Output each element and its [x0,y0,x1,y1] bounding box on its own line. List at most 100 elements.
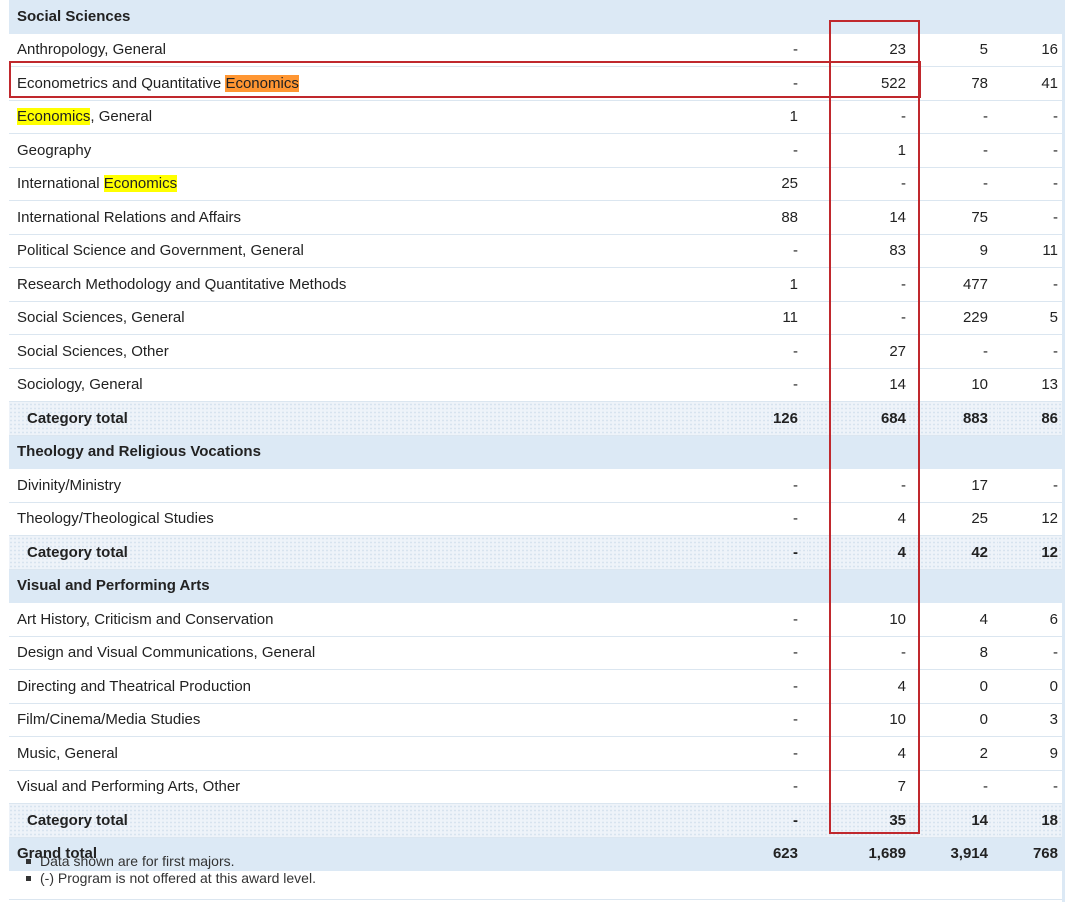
program-name-cell: Political Science and Government, Genera… [9,234,726,268]
value-cell-col3: 25 [916,502,998,536]
value-cell-col3: 10 [916,368,998,402]
value-cell-col1: - [726,33,808,67]
value-cell-col1: - [726,468,808,503]
program-name-cell: Music, General [9,736,726,771]
value-cell-col3: 17 [916,468,998,503]
program-name: Visual and Performing Arts, Other [17,778,241,796]
value-cell-col2: 4 [808,669,916,704]
value-cell-col2: - [808,100,916,134]
program-row: Divinity/Ministry - -17- [9,468,1062,503]
program-name-cell: Art History, Criticism and Conservation [9,602,726,637]
program-name: Political Science and Government, Genera… [17,242,304,260]
note-first-majors: Data shown are for first majors. [26,853,316,870]
program-row: Political Science and Government, Genera… [9,234,1062,268]
value-cell-col1: - [726,234,808,268]
program-name: Social Sciences, Other [17,342,169,360]
program-name: , General [90,108,153,126]
category-total-label: Category total [9,535,726,570]
value-cell-col2: 10 [808,602,916,637]
value-cell-col3: - [916,770,998,804]
value-cell-col4: 18 [998,803,1062,838]
degrees-by-program-table: Social Sciences Anthropology, General -23 5… [9,0,1062,871]
value-cell-col4: 13 [998,368,1062,402]
program-row: Visual and Performing Arts, Other -7- - [9,770,1062,804]
value-cell-col3: 2 [916,736,998,771]
value-cell-col3: 75 [916,200,998,235]
program-name: Theology/Theological Studies [17,510,214,528]
value-cell-col4: 9 [998,736,1062,771]
program-row: Social Sciences, Other -27- - [9,334,1062,369]
value-cell-col2: 14 [808,200,916,235]
program-name: Design and Visual Communications, Genera… [17,644,316,662]
value-cell-col4: - [998,636,1062,670]
value-cell-col4: - [998,167,1062,201]
program-name: Geography [17,141,92,159]
value-cell-col4: 16 [998,33,1062,67]
category-header-row: Social Sciences [9,0,1062,34]
value-cell-col2: - [808,167,916,201]
search-highlight: Economics [103,175,178,193]
search-highlight: Economics [17,108,91,126]
program-name-cell: Sociology, General [9,368,726,402]
value-cell-col4: 12 [998,502,1062,536]
value-cell-col2: - [808,468,916,503]
value-cell-col3: 229 [916,301,998,335]
value-cell-col4: - [998,100,1062,134]
degrees-table-container: Social Sciences Anthropology, General -23 5… [9,0,1062,871]
program-name: Directing and Theatrical Production [17,677,252,695]
value-cell-col3: - [916,100,998,134]
program-row: International Economics 25- - - [9,167,1062,201]
value-cell-col4: 768 [998,837,1062,871]
value-cell-col3: 14 [916,803,998,838]
value-cell-col3: - [916,133,998,168]
category-total-label: Category total [9,401,726,436]
program-row: Anthropology, General -23 5 16 [9,33,1062,67]
value-cell-col4: 3 [998,703,1062,737]
program-name-cell: Geography [9,133,726,168]
value-cell-col4: 6 [998,602,1062,637]
program-name: Econometrics and Quantitative [17,74,226,92]
value-cell-col1: - [726,133,808,168]
program-name: Film/Cinema/Media Studies [17,711,201,729]
value-cell-col1: 88 [726,200,808,235]
category-header-row: Visual and Performing Arts [9,569,1062,603]
value-cell-col1: 623 [726,837,808,871]
program-row: Social Sciences, General 11-229 5 [9,301,1062,335]
value-cell-col1: - [726,502,808,536]
program-name: Sociology, General [17,376,143,394]
value-cell-col2: 83 [808,234,916,268]
table-notes: Data shown are for first majors. (-) Pro… [26,853,316,887]
value-cell-col3: 8 [916,636,998,670]
value-cell-col2: - [808,301,916,335]
program-row: Econometrics and Quantitative Economics -… [9,66,1062,101]
category-total-label: Category total [9,803,726,838]
value-cell-col2: 1 [808,133,916,168]
program-name: International Relations and Affairs [17,208,242,226]
value-cell-col3: 9 [916,234,998,268]
category-total-row: Category total -4 42 12 [9,535,1062,570]
value-cell-col2: 7 [808,770,916,804]
program-name-cell: Theology/Theological Studies [9,502,726,536]
value-cell-col1: - [726,636,808,670]
program-name: Research Methodology and Quantitative Me… [17,275,347,293]
program-name-cell: Social Sciences, Other [9,334,726,369]
value-cell-col3: 42 [916,535,998,570]
value-cell-col1: - [726,368,808,402]
value-cell-col4: - [998,334,1062,369]
value-cell-col2: 35 [808,803,916,838]
value-cell-col1: - [726,334,808,369]
value-cell-col4: 86 [998,401,1062,436]
program-name-cell: Divinity/Ministry [9,468,726,503]
program-row: Film/Cinema/Media Studies -10 0 3 [9,703,1062,737]
value-cell-col2: 1,689 [808,837,916,871]
program-name-cell: Research Methodology and Quantitative Me… [9,267,726,302]
program-row: Theology/Theological Studies -4 25 12 [9,502,1062,536]
value-cell-col2: 27 [808,334,916,369]
value-cell-col4: 5 [998,301,1062,335]
program-row: Sociology, General -14 10 13 [9,368,1062,402]
value-cell-col1: - [726,770,808,804]
program-row: Art History, Criticism and Conservation -… [9,602,1062,637]
value-cell-col2: 4 [808,736,916,771]
program-name-cell: International Economics [9,167,726,201]
program-name-cell: Social Sciences, General [9,301,726,335]
